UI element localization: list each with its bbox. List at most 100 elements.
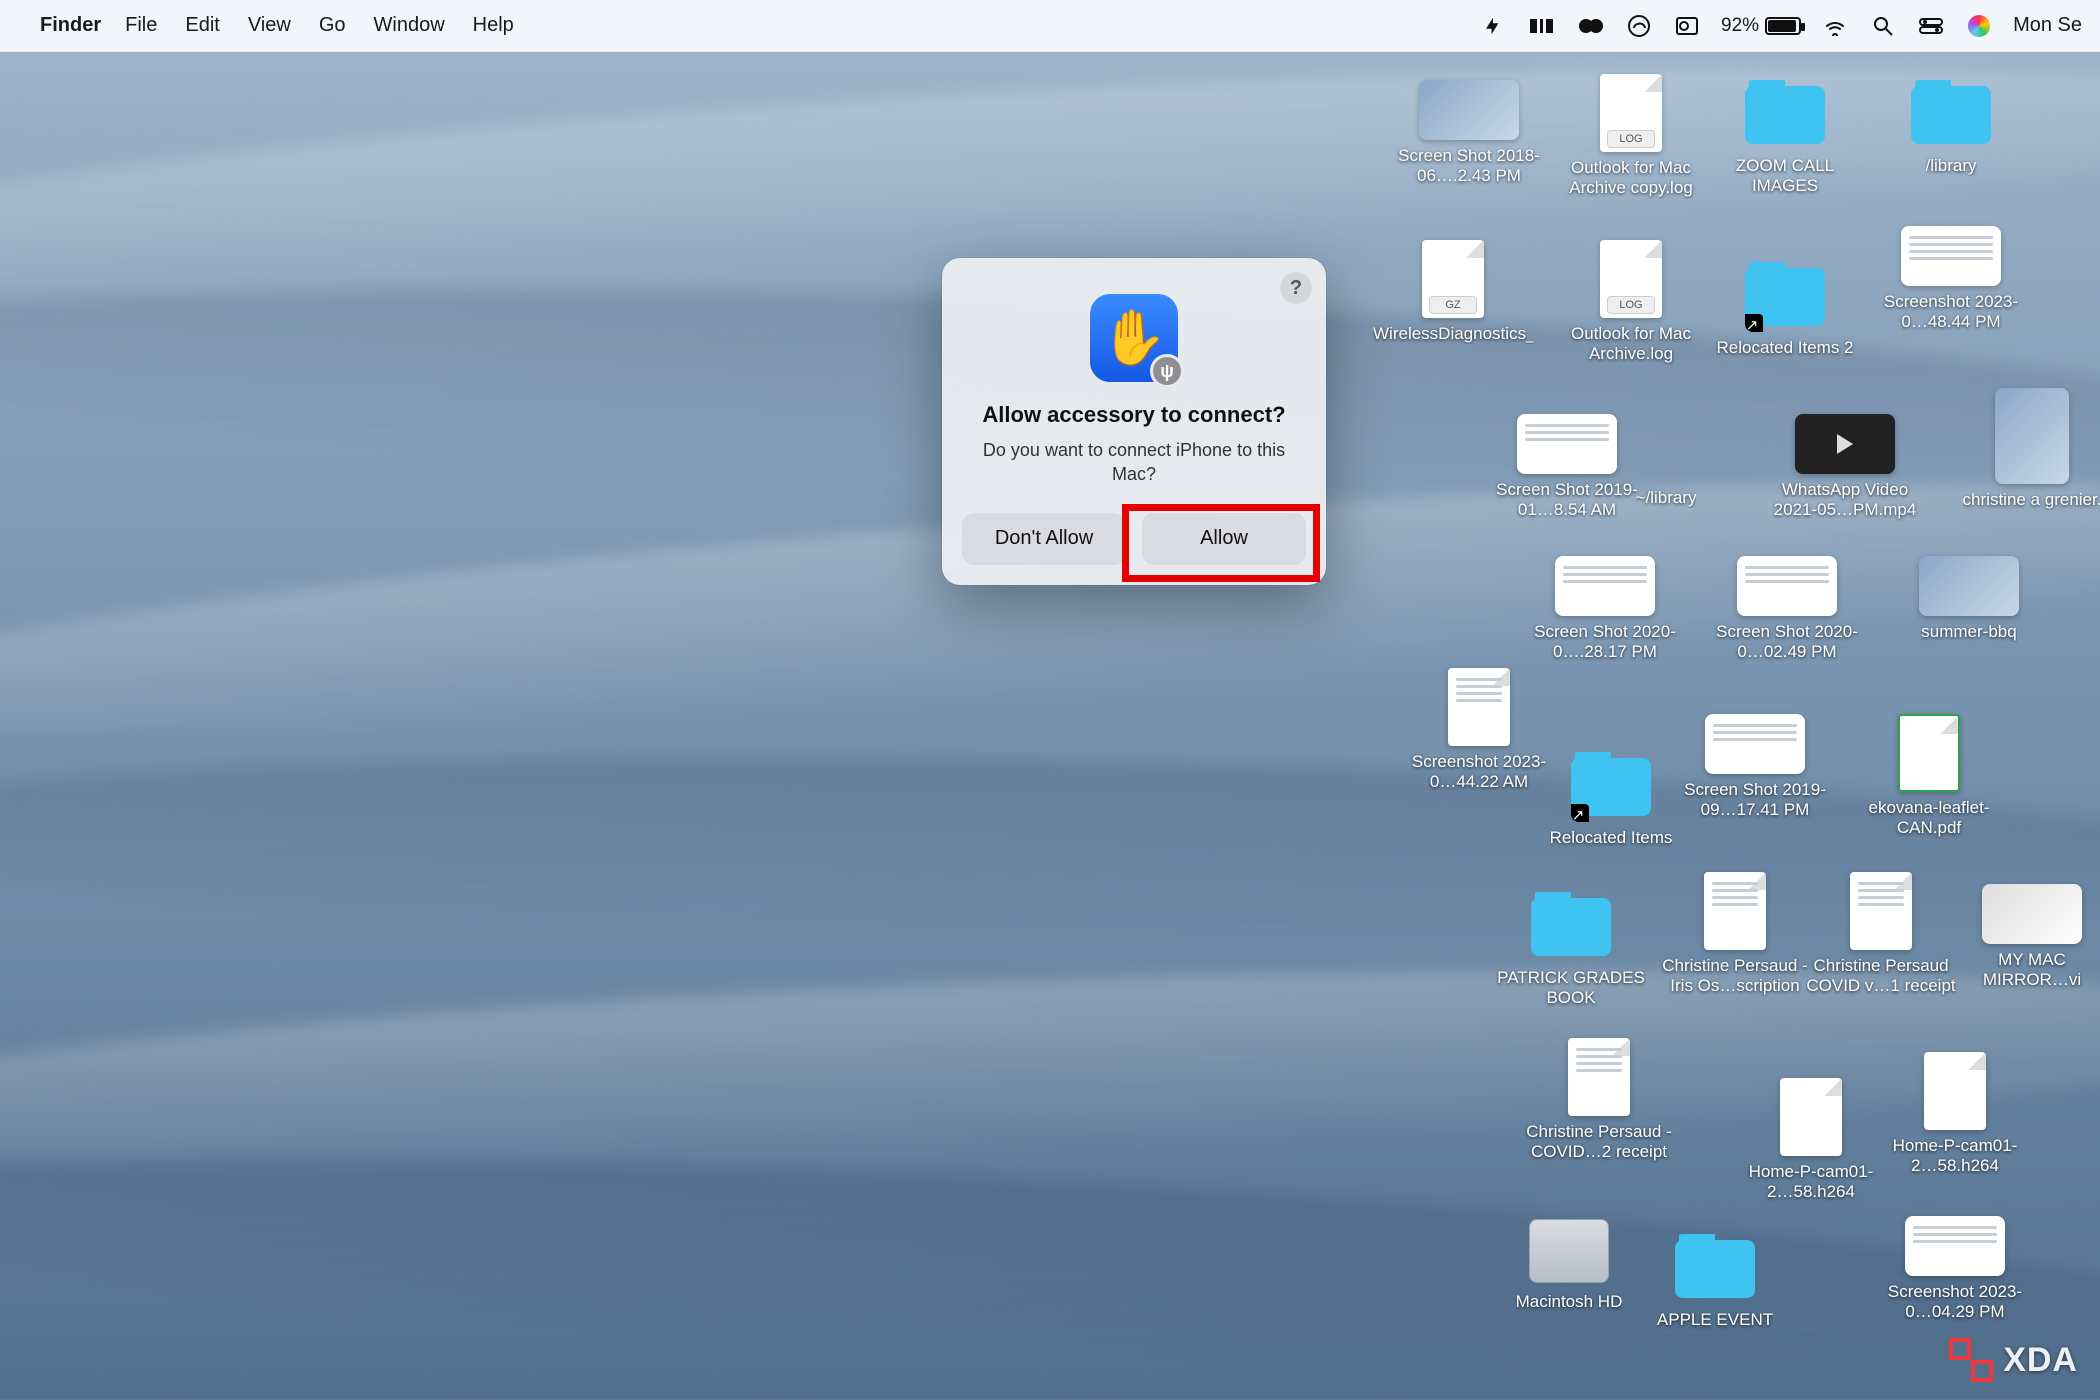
battery-status[interactable]: 92% [1721,15,1801,37]
menu-go[interactable]: Go [319,14,346,37]
alias-arrow-icon: ↗ [1745,314,1763,332]
icon-label: PATRICK GRADES BOOK [1496,968,1646,1009]
icon-label: Outlook for Mac Archive.log [1556,324,1706,365]
menu-window[interactable]: Window [374,14,445,37]
folder-icon [1675,1234,1755,1304]
menu-edit[interactable]: Edit [185,14,219,37]
icon-label: Screen Shot 2018-06….2.43 PM [1394,146,1544,187]
icon-label: summer-bbq [1921,622,2016,642]
desktop-icon-folder[interactable]: PATRICK GRADES BOOK [1496,892,1646,1009]
gz-file-icon: GZ [1422,240,1484,318]
desktop-icon-document[interactable]: Christine Persaud - COVID…2 receipt [1524,1038,1674,1163]
icon-label: Home-P-cam01-2…58.h264 [1736,1162,1886,1203]
watermark-text: XDA [2003,1341,2078,1380]
icon-label: Relocated Items [1550,828,1673,848]
usb-badge-icon: ψ [1150,354,1184,388]
desktop-icon-log-file[interactable]: LOG Outlook for Mac Archive copy.log [1556,74,1706,199]
desktop-icon-video[interactable]: WhatsApp Video 2021-05…PM.mp4 [1770,414,1920,521]
desktop[interactable]: Screen Shot 2018-06….2.43 PM LOG Outlook… [0,52,2100,1400]
desktop-icon-folder[interactable]: APPLE EVENT [1640,1234,1790,1330]
wifi-icon[interactable] [1821,12,1849,40]
menu-view[interactable]: View [248,14,291,37]
icon-label: christine a grenier. [1963,490,2100,510]
desktop-icon-photo[interactable]: christine a grenier. [1962,388,2100,510]
control-center-icon[interactable] [1917,12,1945,40]
desktop-icon-archive[interactable]: GZ WirelessDiagnostics_C02….38.tar.gz [1378,240,1528,344]
desktop-icon-screenshot[interactable]: Screenshot 2023-0…04.29 PM [1880,1216,2030,1323]
status-expressvpn-icon[interactable] [1481,12,1509,40]
desktop-icon-log-file[interactable]: LOG Outlook for Mac Archive.log [1556,240,1706,365]
desktop-icon-macintosh-hd[interactable]: Macintosh HD [1494,1216,1644,1312]
desktop-icon-screenshot[interactable]: Screen Shot 2020-0….28.17 PM [1530,556,1680,663]
desktop-icon-photo[interactable]: summer-bbq [1894,556,2044,642]
screenshot-thumb-icon [1737,556,1837,616]
desktop-icon-pdf[interactable]: ekovana-leaflet-CAN.pdf [1854,714,2004,839]
desktop-icon-screenshot[interactable]: Screen Shot 2019-09…17.41 PM [1680,714,1830,821]
alias-arrow-icon: ↗ [1571,804,1589,822]
xda-watermark: XDA [1949,1338,2078,1382]
icon-label: Screen Shot 2019-09…17.41 PM [1680,780,1830,821]
dont-allow-button[interactable]: Don't Allow [962,513,1126,565]
folder-icon: ↗ [1571,752,1651,822]
doc-file-icon [1568,1038,1630,1116]
doc-file-icon [1780,1078,1842,1156]
icon-label: Relocated Items 2 [1716,338,1853,358]
status-creative-cloud-icon[interactable] [1625,12,1653,40]
battery-icon [1765,17,1801,35]
menu-clock[interactable]: Mon Se [2013,14,2082,37]
siri-icon[interactable] [1965,12,1993,40]
app-name[interactable]: Finder [40,14,101,37]
desktop-icon-document[interactable]: Christine Persaud - Iris Os…scription [1660,872,1810,997]
folder-icon [1531,892,1611,962]
icon-label: Screen Shot 2020-0….28.17 PM [1530,622,1680,663]
accessory-connect-dialog: ? ✋ ψ Allow accessory to connect? Do you… [942,258,1326,585]
folder-icon [1911,80,1991,150]
privacy-usb-app-icon: ✋ ψ [1090,294,1178,382]
desktop-icon-folder[interactable]: /library [1876,80,2026,176]
icon-label: Screenshot 2023-0…48.44 PM [1876,292,2026,333]
screenshot-thumb-icon [1448,668,1510,746]
desktop-icon-folder[interactable]: ~/library [1606,482,1726,508]
dialog-title: Allow accessory to connect? [962,402,1306,428]
hard-disk-icon [1529,1216,1609,1286]
status-webex-icon[interactable] [1577,12,1605,40]
icon-label: Screenshot 2023-0…44.22 AM [1404,752,1554,793]
screenshot-thumb-icon [1901,226,2001,286]
desktop-icon-screenshot[interactable]: Screenshot 2023-0…48.44 PM [1876,226,2026,333]
spotlight-search-icon[interactable] [1869,12,1897,40]
photo-thumb-icon [1995,388,2069,484]
icon-label: Christine Persaud - Iris Os…scription [1660,956,1810,997]
icon-label: WhatsApp Video 2021-05…PM.mp4 [1770,480,1920,521]
icon-label: Screenshot 2023-0…04.29 PM [1880,1282,2030,1323]
status-stage-manager-icon[interactable] [1529,12,1557,40]
menu-help[interactable]: Help [473,14,514,37]
icon-label: ~/library [1636,488,1697,508]
desktop-icon-video-file[interactable]: Home-P-cam01-2…58.h264 [1736,1078,1886,1203]
log-file-icon: LOG [1600,74,1662,152]
desktop-icon-screenshot[interactable]: Screen Shot 2018-06….2.43 PM [1394,80,1544,187]
icon-label: Christine Persaud - COVID…2 receipt [1524,1122,1674,1163]
doc-file-icon [1850,872,1912,950]
icon-label: Outlook for Mac Archive copy.log [1556,158,1706,199]
dialog-subtitle: Do you want to connect iPhone to this Ma… [962,438,1306,487]
icon-label: MY MAC MIRROR…vi [1962,950,2100,991]
screenshot-thumb-icon [1555,556,1655,616]
menu-bar: Finder File Edit View Go Window Help 92%… [0,0,2100,52]
desktop-icon-video-file[interactable]: Home-P-cam01-2…58.h264 [1880,1052,2030,1177]
desktop-icon-folder-alias[interactable]: ↗ Relocated Items 2 [1710,262,1860,358]
desktop-icon-folder-alias[interactable]: ↗ Relocated Items [1536,752,1686,848]
pdf-file-icon [1898,714,1960,792]
desktop-icon-disk-image[interactable]: MY MAC MIRROR…vi [1962,884,2100,991]
desktop-icon-folder[interactable]: ZOOM CALL IMAGES [1710,80,1860,197]
desktop-icon-document[interactable]: Christine Persaud COVID v…1 receipt [1806,872,1956,997]
doc-file-icon [1924,1052,1986,1130]
menu-file[interactable]: File [125,14,157,37]
desktop-icon-screenshot[interactable]: Screen Shot 2020-0…02.49 PM [1712,556,1862,663]
doc-file-icon [1704,872,1766,950]
folder-icon [1745,80,1825,150]
desktop-icon-screenshot[interactable]: Screenshot 2023-0…44.22 AM [1404,668,1554,793]
status-outlook-icon[interactable] [1673,12,1701,40]
allow-button[interactable]: Allow [1142,513,1306,565]
dialog-help-button[interactable]: ? [1280,272,1312,304]
icon-label: WirelessDiagnostics_C02….38.tar.gz [1373,324,1533,344]
